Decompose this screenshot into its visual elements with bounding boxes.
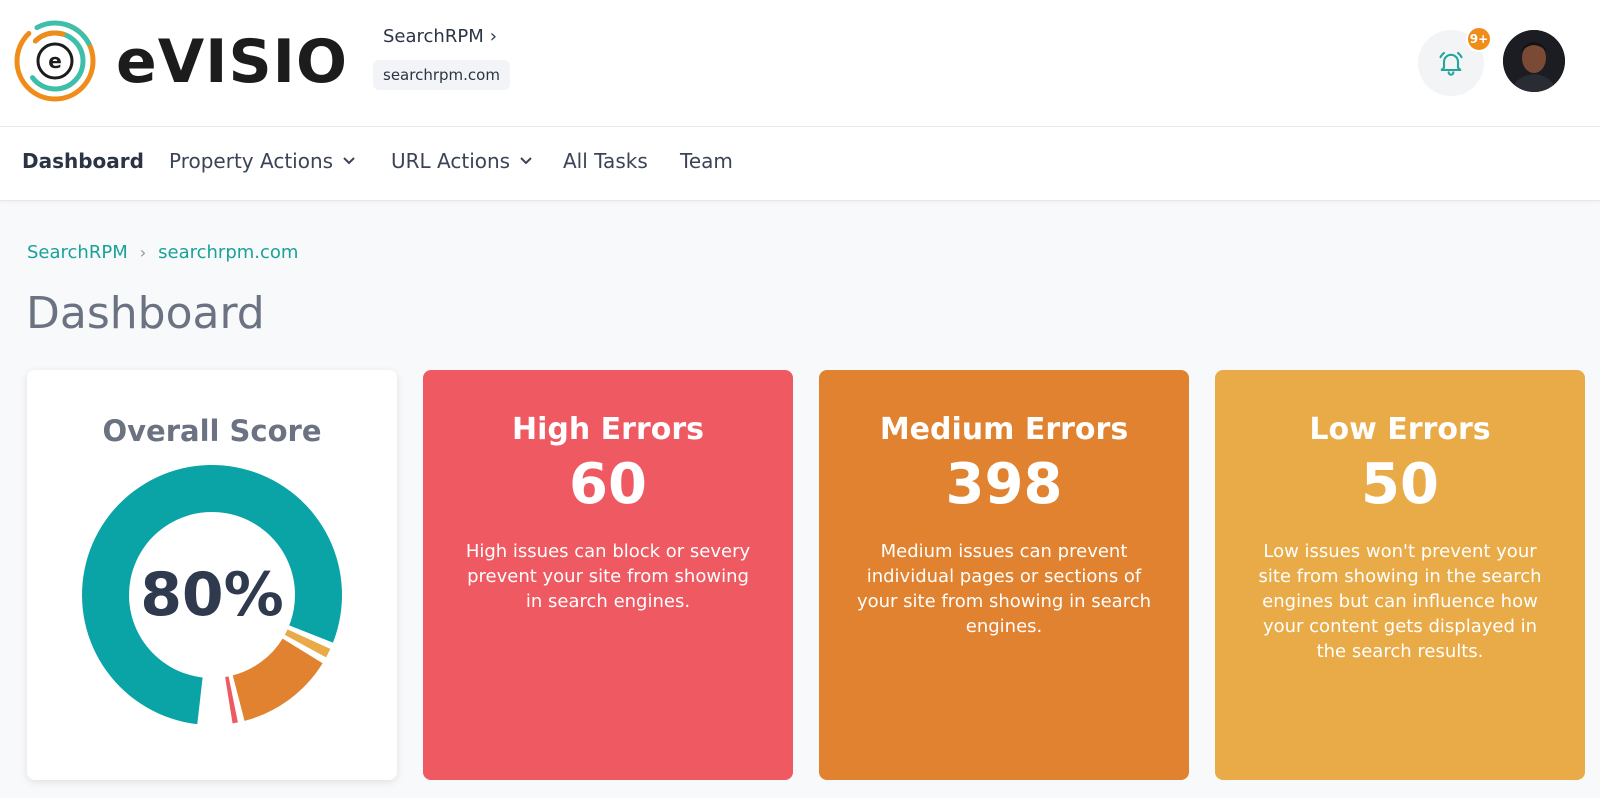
breadcrumb: SearchRPM › searchrpm.com	[27, 242, 298, 263]
brand-wordmark: eVISIO	[116, 27, 348, 97]
breadcrumb-link-domain[interactable]: searchrpm.com	[158, 242, 298, 263]
org-name: SearchRPM	[383, 26, 484, 47]
donut-segment-medium	[232, 638, 323, 721]
card-count: 398	[945, 452, 1063, 517]
chevron-right-icon: ›	[139, 243, 147, 262]
nav-dashboard[interactable]: Dashboard	[22, 149, 144, 173]
page-title: Dashboard	[26, 288, 265, 339]
chevron-right-icon: ›	[489, 26, 497, 47]
logo-letter: e	[48, 49, 62, 73]
user-avatar[interactable]	[1503, 30, 1565, 92]
avatar-image	[1503, 30, 1565, 92]
card-title: Low Errors	[1309, 412, 1491, 447]
card-description: High issues can block or severy prevent …	[465, 541, 751, 612]
nav-property-actions[interactable]: Property Actions	[169, 149, 355, 173]
nav-label: Team	[680, 149, 733, 173]
evisio-logo-icon[interactable]: e	[12, 18, 98, 104]
overall-score-card: Overall Score 80%	[27, 370, 397, 780]
bell-icon	[1439, 51, 1463, 76]
low-errors-card[interactable]: Low Errors 50 Low issues won't prevent y…	[1215, 370, 1585, 780]
nav-label: URL Actions	[391, 149, 511, 173]
score-value: 80%	[140, 560, 284, 630]
card-description: Medium issues can prevent individual pag…	[856, 541, 1152, 637]
org-switcher[interactable]: SearchRPM ›	[383, 26, 497, 47]
high-errors-card[interactable]: High Errors 60 High issues can block or …	[423, 370, 793, 780]
domain-chip[interactable]: searchrpm.com	[373, 60, 510, 90]
card-title: High Errors	[511, 412, 704, 447]
nav-team[interactable]: Team	[680, 149, 733, 173]
top-bar: e eVISIO SearchRPM › searchrpm.com 9+	[0, 0, 1600, 127]
card-title: Medium Errors	[879, 412, 1129, 447]
card-count: 60	[569, 452, 647, 517]
chevron-down-icon	[343, 154, 355, 168]
card-description: Low issues won't prevent your site from …	[1258, 541, 1542, 662]
nav-label: Property Actions	[169, 149, 334, 173]
main-nav: Dashboard Property Actions URL Actions A…	[0, 127, 1600, 201]
nav-all-tasks[interactable]: All Tasks	[563, 149, 648, 173]
notification-count-badge: 9+	[1466, 26, 1492, 52]
medium-errors-card[interactable]: Medium Errors 398 Medium issues can prev…	[819, 370, 1189, 780]
breadcrumb-link-org[interactable]: SearchRPM	[27, 242, 128, 263]
nav-label: Dashboard	[22, 149, 144, 173]
card-count: 50	[1361, 452, 1439, 517]
chevron-down-icon	[520, 154, 532, 168]
nav-url-actions[interactable]: URL Actions	[391, 149, 532, 173]
score-card-title: Overall Score	[102, 414, 322, 448]
nav-label: All Tasks	[563, 149, 648, 173]
